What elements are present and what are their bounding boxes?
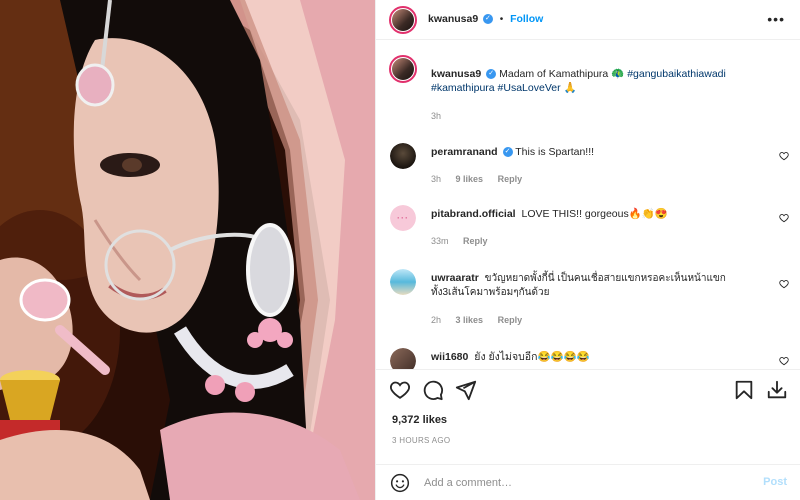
commenter-avatar[interactable] bbox=[390, 348, 416, 369]
share-icon[interactable] bbox=[455, 379, 477, 401]
comment-text: pitabrand.official LOVE THIS!! gorgeous🔥… bbox=[431, 207, 668, 221]
caption-hashtags-2[interactable]: #kamathipura #UsaLoveVer 🙏 bbox=[431, 82, 577, 94]
comment-row: wii1680 ยัง ยังไม่จบอีก😂😂😂😂 bbox=[376, 346, 800, 369]
post-photo-illustration bbox=[0, 0, 375, 500]
post-photo[interactable] bbox=[0, 0, 375, 500]
comment-reply-button[interactable]: Reply bbox=[463, 236, 488, 246]
comment-meta: 33m Reply bbox=[431, 236, 500, 246]
author-avatar[interactable] bbox=[389, 6, 417, 34]
comment-reply-button[interactable]: Reply bbox=[498, 174, 523, 184]
comment-body: LOVE THIS!! gorgeous🔥👏😍 bbox=[521, 208, 668, 220]
add-comment-bar: Post bbox=[376, 464, 800, 500]
action-bar bbox=[376, 369, 800, 409]
comment-username[interactable]: uwraaratr bbox=[431, 272, 479, 284]
comment-time[interactable]: 2h bbox=[431, 315, 441, 325]
commenter-avatar[interactable] bbox=[390, 143, 416, 169]
comment-icon[interactable] bbox=[422, 379, 444, 401]
verified-badge-icon: ✓ bbox=[502, 147, 513, 158]
comment-like-heart-icon[interactable] bbox=[779, 279, 789, 289]
commenter-avatar-image bbox=[390, 269, 416, 295]
heart-icon[interactable] bbox=[389, 379, 411, 401]
post-comment-button[interactable]: Post bbox=[763, 476, 787, 488]
emoji-icon[interactable] bbox=[390, 473, 410, 493]
post-header: kwanusa9 ✓ • Follow ••• bbox=[376, 0, 800, 40]
comment-body: This is Spartan!!! bbox=[515, 146, 595, 158]
comment-meta: 2h 3 likes Reply bbox=[431, 315, 534, 325]
bookmark-icon[interactable] bbox=[733, 379, 755, 401]
comment-reply-button[interactable]: Reply bbox=[498, 315, 523, 325]
comment-like-heart-icon[interactable] bbox=[779, 213, 789, 223]
commenter-avatar-image: ··· bbox=[390, 205, 416, 231]
download-icon[interactable] bbox=[766, 379, 788, 401]
caption-text: kwanusa9 ✓ Madam of Kamathipura 🦚 #gangub… bbox=[431, 67, 791, 95]
post-timestamp[interactable]: 3 HOURS AGO bbox=[392, 436, 450, 445]
caption-avatar[interactable] bbox=[389, 55, 417, 83]
comment-text: wii1680 ยัง ยังไม่จบอีก😂😂😂😂 bbox=[431, 350, 590, 364]
caption-avatar-image bbox=[392, 58, 414, 80]
follow-button[interactable]: Follow bbox=[510, 13, 543, 25]
comment-username[interactable]: wii1680 bbox=[431, 351, 468, 363]
comment-meta: 3h 9 likes Reply bbox=[431, 174, 534, 184]
author-line: kwanusa9 ✓ • Follow bbox=[428, 13, 543, 25]
caption-meta: 3h bbox=[431, 111, 453, 121]
caption-time[interactable]: 3h bbox=[431, 111, 441, 121]
add-comment-input[interactable] bbox=[424, 474, 744, 492]
author-avatar-image bbox=[392, 9, 414, 31]
comment-username[interactable]: peramranand bbox=[431, 146, 498, 158]
caption-body: Madam of Kamathipura 🦚 bbox=[499, 68, 625, 80]
verified-badge-icon: ✓ bbox=[482, 14, 493, 25]
separator-dot: • bbox=[499, 14, 504, 25]
comment-time[interactable]: 33m bbox=[431, 236, 449, 246]
like-count[interactable]: 9,372 likes bbox=[392, 414, 447, 426]
commenter-avatar[interactable]: ··· bbox=[390, 205, 416, 231]
caption-row: kwanusa9 ✓ Madam of Kamathipura 🦚 #gangub… bbox=[376, 55, 800, 125]
comment-text: uwraaratr ขวัญหยาดพั้งกี้นี่ เป็นคนเชื่อ… bbox=[431, 271, 751, 300]
comment-row: uwraaratr ขวัญหยาดพั้งกี้นี่ เป็นคนเชื่อ… bbox=[376, 267, 800, 331]
verified-badge-icon: ✓ bbox=[486, 69, 497, 80]
comment-text: peramranand ✓ This is Spartan!!! bbox=[431, 145, 594, 159]
comment-body: ยัง ยังไม่จบอีก😂😂😂😂 bbox=[474, 351, 590, 363]
comment-row: peramranand ✓ This is Spartan!!! 3h 9 lik… bbox=[376, 141, 800, 191]
caption-username[interactable]: kwanusa9 bbox=[431, 68, 481, 80]
commenter-avatar-image bbox=[390, 348, 416, 369]
comment-like-heart-icon[interactable] bbox=[779, 356, 789, 366]
caption-hashtags-1[interactable]: #gangubaikathiawadi bbox=[627, 68, 726, 80]
post-detail-panel: kwanusa9 ✓ • Follow ••• kwanusa9 ✓ Madam … bbox=[375, 0, 800, 500]
comments-list[interactable]: kwanusa9 ✓ Madam of Kamathipura 🦚 #gangub… bbox=[376, 41, 800, 369]
comment-time[interactable]: 3h bbox=[431, 174, 441, 184]
author-username[interactable]: kwanusa9 bbox=[428, 13, 478, 25]
comment-likes[interactable]: 3 likes bbox=[456, 315, 484, 325]
comment-username[interactable]: pitabrand.official bbox=[431, 208, 516, 220]
comment-row: ··· pitabrand.official LOVE THIS!! gorge… bbox=[376, 203, 800, 253]
comment-likes[interactable]: 9 likes bbox=[456, 174, 484, 184]
commenter-avatar-image bbox=[390, 143, 416, 169]
commenter-avatar[interactable] bbox=[390, 269, 416, 295]
comment-like-heart-icon[interactable] bbox=[779, 151, 789, 161]
more-icon[interactable]: ••• bbox=[767, 11, 785, 27]
